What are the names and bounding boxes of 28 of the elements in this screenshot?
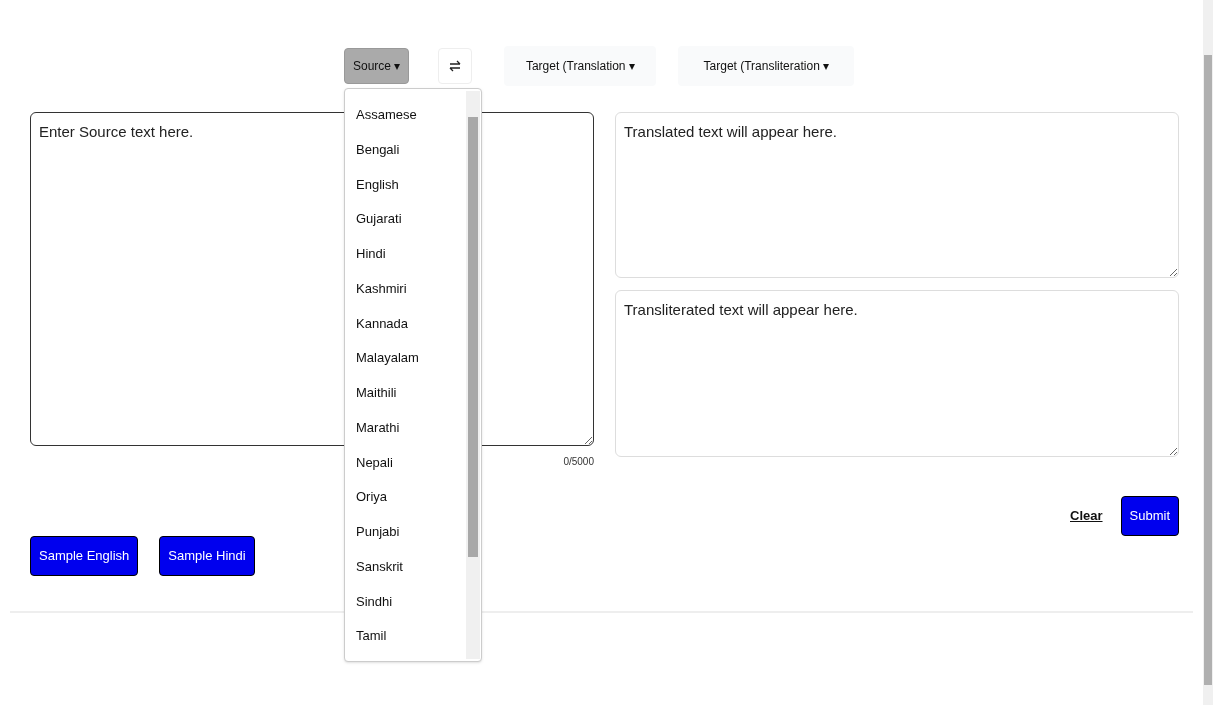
language-option[interactable]: Nepali [356,452,466,488]
language-option[interactable]: Sindhi [356,591,466,627]
sample-button[interactable]: Sample English [30,536,139,576]
language-option[interactable]: Bengali [356,139,466,175]
character-counter: 0/5000 [563,455,594,469]
translation-output-field[interactable]: Translated text will appear here. [615,112,1179,278]
transliteration-output-field[interactable]: Transliterated text will appear here. [615,290,1179,457]
language-option[interactable]: Kannada [356,313,466,349]
swap-button[interactable] [438,48,473,84]
target-transliteration-button[interactable]: Target (Transliteration ▾ [678,46,855,86]
sample-button[interactable]: Sample Hindi [159,536,255,576]
submit-button[interactable]: Submit [1120,496,1179,536]
language-option[interactable]: Malayalam [356,348,466,383]
language-option[interactable]: English [356,174,466,210]
language-option[interactable]: Gujarati [356,209,466,244]
language-option[interactable]: Hindi [356,244,466,279]
dropdown-scrollbar[interactable] [466,91,480,659]
language-option[interactable]: Kashmiri [356,278,466,314]
language-option[interactable]: Tamil [356,626,466,661]
clear-link[interactable]: Clear [1070,506,1103,526]
language-option[interactable]: Sanskrit [356,556,466,592]
page-scrollbar[interactable] [1203,0,1213,705]
target-translation-button[interactable]: Target (Translation ▾ [504,46,657,86]
language-option[interactable]: Maithili [356,383,466,418]
source-button[interactable]: Source ▾ [344,48,410,84]
language-option[interactable]: Oriya [356,487,466,522]
language-option[interactable]: Punjabi [356,522,466,557]
swap-icon [449,60,462,72]
